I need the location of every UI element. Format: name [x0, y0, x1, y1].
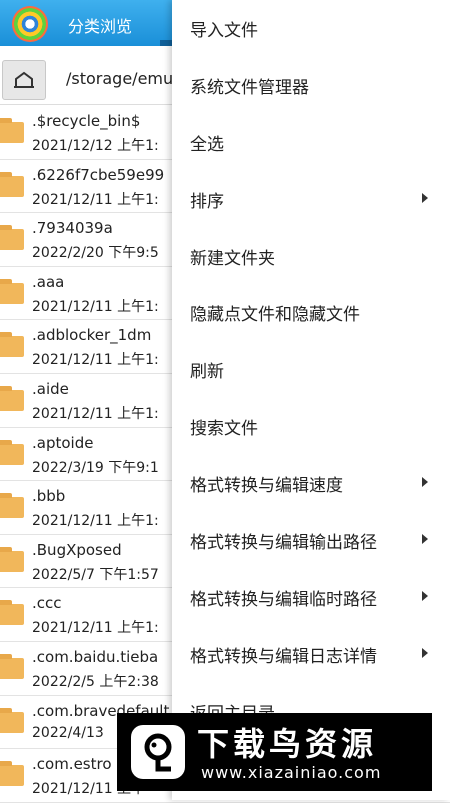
file-date: 2021/12/11 上午1:: [32, 405, 159, 422]
overflow-menu: 导入文件 系统文件管理器 全选 排序 新建文件夹 隐藏点文件和隐藏文件 刷新 搜…: [172, 0, 450, 800]
file-name: .bbb: [32, 487, 66, 506]
file-date: 2022/2/5 上午2:38: [32, 673, 159, 690]
file-date: 2021/12/11 上午1:: [32, 298, 159, 315]
folder-icon: [0, 493, 24, 519]
submenu-arrow-icon: [422, 647, 428, 658]
menu-item-label: 刷新: [190, 362, 224, 383]
file-name: .aide: [32, 379, 69, 398]
folder-icon: [0, 171, 24, 197]
current-path: /storage/emu: [66, 69, 174, 88]
watermark-banner: 下载鸟资源 www.xiazainiao.com: [117, 713, 432, 791]
file-name: .ccc: [32, 594, 62, 613]
menu-item-convert-log-details[interactable]: 格式转换与编辑日志详情: [172, 626, 450, 683]
menu-item-refresh[interactable]: 刷新: [172, 341, 450, 398]
file-name: .$recycle_bin$: [32, 112, 141, 130]
folder-icon: [0, 761, 24, 787]
file-date: 2021/12/11 上午1:: [32, 620, 159, 637]
menu-item-convert-output-path[interactable]: 格式转换与编辑输出路径: [172, 512, 450, 569]
file-date: 2021/12/11 上午1:: [32, 513, 159, 530]
menu-item-label: 排序: [190, 191, 224, 212]
folder-icon: [0, 385, 24, 411]
file-date: 2022/3/19 下午9:1: [32, 459, 159, 476]
menu-item-label: 格式转换与编辑输出路径: [190, 533, 377, 554]
menu-item-label: 系统文件管理器: [190, 77, 309, 98]
file-name: .adblocker_1dm: [32, 326, 152, 345]
menu-item-new-folder[interactable]: 新建文件夹: [172, 228, 450, 285]
folder-icon: [0, 707, 24, 733]
folder-icon: [0, 278, 24, 304]
folder-icon: [0, 546, 24, 572]
folder-icon: [0, 118, 24, 143]
menu-item-system-file-manager[interactable]: 系统文件管理器: [172, 57, 450, 114]
folder-icon: [0, 600, 24, 626]
file-date: 2021/12/12 上午1:: [32, 138, 159, 154]
submenu-arrow-icon: [422, 477, 428, 488]
folder-icon: [0, 332, 24, 358]
menu-item-label: 格式转换与编辑临时路径: [190, 589, 377, 610]
file-date: 2022/4/13: [32, 724, 104, 741]
home-icon: [14, 71, 34, 88]
bird-logo-icon: [131, 725, 185, 779]
app-title: 分类浏览: [68, 17, 133, 36]
file-name: .BugXposed: [32, 540, 122, 559]
menu-item-label: 格式转换与编辑日志详情: [190, 646, 377, 667]
menu-item-search-files[interactable]: 搜索文件: [172, 398, 450, 455]
app-logo-icon[interactable]: [12, 6, 48, 42]
menu-item-label: 隐藏点文件和隐藏文件: [190, 305, 360, 326]
folder-icon: [0, 653, 24, 679]
file-name: .7934039a: [32, 219, 113, 238]
folder-icon: [0, 225, 24, 251]
home-button[interactable]: [2, 60, 46, 100]
menu-item-label: 格式转换与编辑速度: [190, 476, 343, 497]
file-name: .com.estro: [32, 755, 112, 774]
file-date: 2021/12/11 上午1:: [32, 191, 159, 208]
watermark-url: www.xiazainiao.com: [201, 763, 382, 782]
file-date: 2022/5/7 下午1:57: [32, 566, 159, 583]
file-name: .aptoide: [32, 433, 94, 452]
menu-item-convert-temp-path[interactable]: 格式转换与编辑临时路径: [172, 569, 450, 626]
menu-item-hide-dot-files[interactable]: 隐藏点文件和隐藏文件: [172, 284, 450, 341]
folder-icon: [0, 439, 24, 465]
submenu-arrow-icon: [422, 192, 428, 203]
submenu-arrow-icon: [422, 590, 428, 601]
menu-item-label: 全选: [190, 134, 224, 155]
menu-item-sort[interactable]: 排序: [172, 171, 450, 228]
menu-item-import-file[interactable]: 导入文件: [172, 0, 450, 57]
menu-item-label: 新建文件夹: [190, 248, 275, 269]
watermark-title: 下载鸟资源: [197, 725, 378, 763]
file-name: .aaa: [32, 272, 65, 291]
file-name: .com.baidu.tieba: [32, 647, 159, 666]
file-name: .6226f7cbe59e99: [32, 165, 165, 184]
menu-item-select-all[interactable]: 全选: [172, 114, 450, 171]
file-date: 2021/12/11 上午1:: [32, 352, 159, 369]
menu-item-convert-speed[interactable]: 格式转换与编辑速度: [172, 455, 450, 512]
file-date: 2022/2/20 下午9:5: [32, 245, 159, 262]
menu-item-label: 导入文件: [190, 21, 258, 41]
menu-item-label: 搜索文件: [190, 419, 258, 440]
submenu-arrow-icon: [422, 534, 428, 545]
